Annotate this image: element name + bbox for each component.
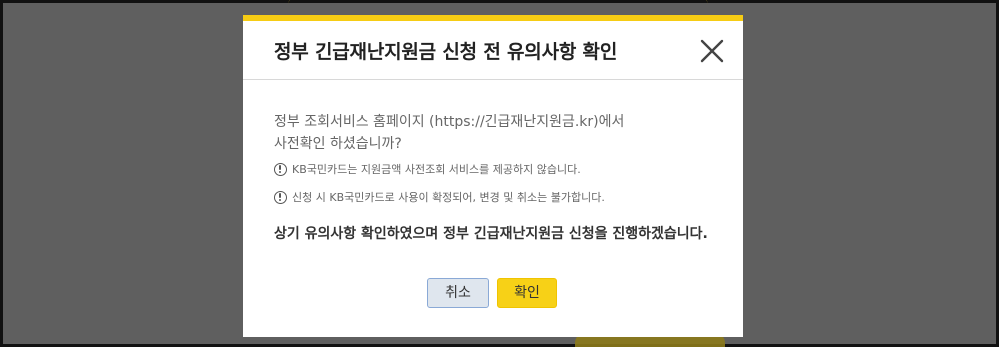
notice-dialog: 정부 긴급재난지원금 신청 전 유의사항 확인 정부 조회서비스 홈페이지 (h… [243,15,743,337]
dialog-title: 정부 긴급재난지원금 신청 전 유의사항 확인 [274,41,618,63]
dialog-header: 정부 긴급재난지원금 신청 전 유의사항 확인 [243,21,743,80]
intro-line-1: 정부 조회서비스 홈페이지 (https://긴급재난지원금.kr)에서 [274,114,625,130]
background-page-heading [288,0,708,15]
notice-item: KB국민카드는 지원금액 사전조회 서비스를 제공하지 않습니다. [274,161,714,177]
exclamation-circle-icon [274,162,287,176]
cancel-button[interactable]: 취소 [427,278,489,308]
confirm-statement: 상기 유의사항 확인하였으며 정부 긴급재난지원금 신청을 진행하겠습니다. [274,226,708,242]
intro-line-2: 사전확인 하셨습니까? [274,136,402,152]
notice-item: 신청 시 KB국민카드로 사용이 확정되어, 변경 및 취소는 불가합니다. [274,189,714,205]
confirm-button[interactable]: 확인 [497,278,557,308]
notice-text: 신청 시 KB국민카드로 사용이 확정되어, 변경 및 취소는 불가합니다. [292,191,605,204]
notice-text: KB국민카드는 지원금액 사전조회 서비스를 제공하지 않습니다. [292,163,581,176]
screen-frame: 정부 긴급재난지원금 신청 전 유의사항 확인 정부 조회서비스 홈페이지 (h… [0,0,999,347]
close-button[interactable] [697,36,727,66]
exclamation-circle-icon [274,190,287,204]
close-icon [700,39,724,63]
intro-text: 정부 조회서비스 홈페이지 (https://긴급재난지원금.kr)에서 사전확… [274,111,714,155]
dialog-body: 정부 조회서비스 홈페이지 (https://긴급재난지원금.kr)에서 사전확… [274,111,714,243]
